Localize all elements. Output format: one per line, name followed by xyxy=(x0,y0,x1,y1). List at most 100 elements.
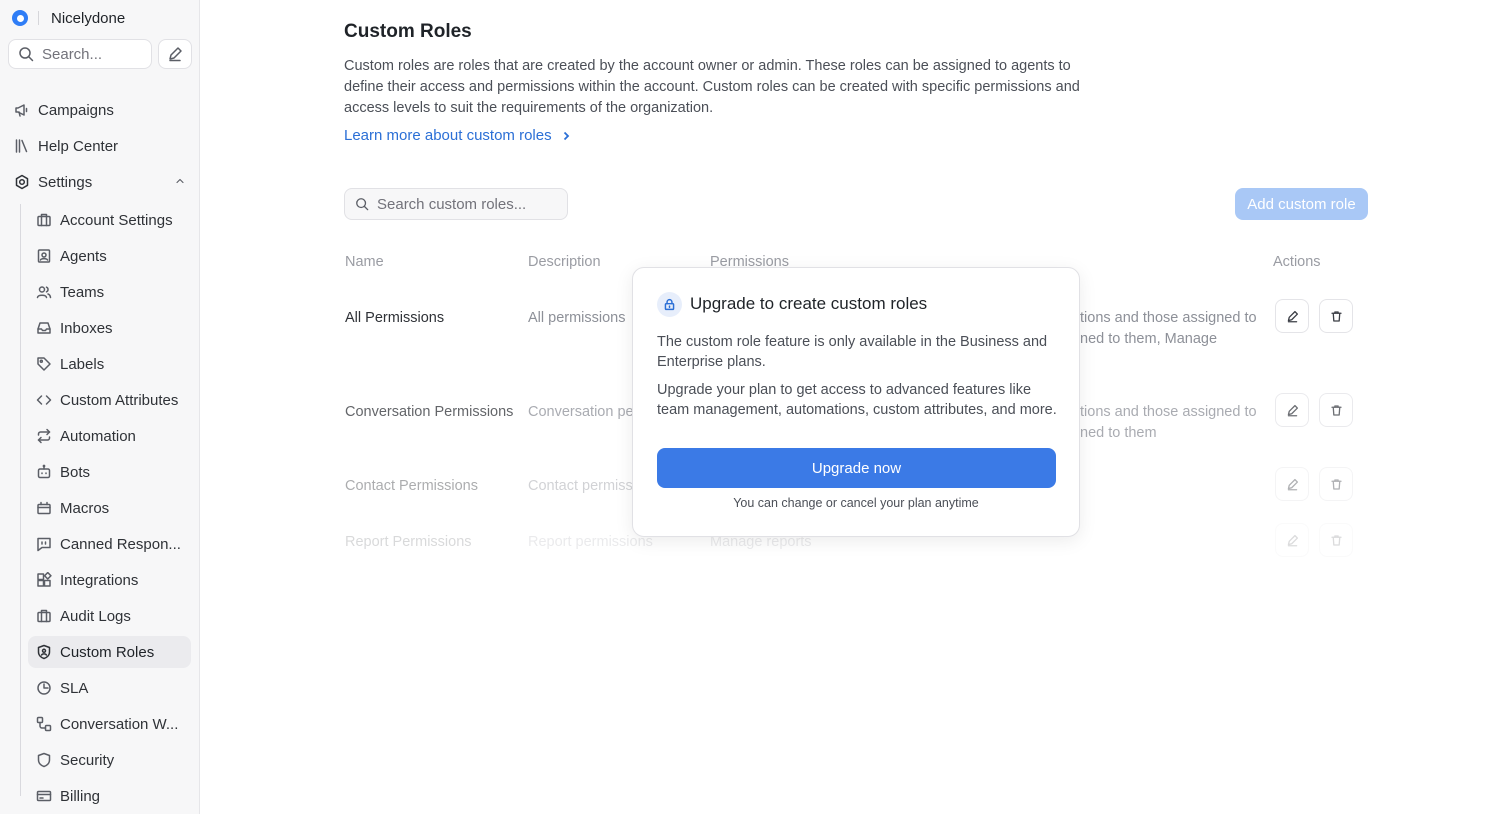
sidebar-item-labels[interactable]: Labels xyxy=(28,348,191,380)
sidebar-item-canned-responses[interactable]: Canned Respon... xyxy=(28,528,191,560)
pencil-icon xyxy=(1287,404,1298,416)
sidebar-item-campaigns[interactable]: Campaigns xyxy=(8,94,192,126)
sidebar-item-account-settings[interactable]: Account Settings xyxy=(28,204,191,236)
sidebar-item-inboxes[interactable]: Inboxes xyxy=(28,312,191,344)
apps-icon xyxy=(37,572,52,587)
sidebar-search xyxy=(8,39,152,69)
edit-role-button[interactable] xyxy=(1275,393,1309,427)
upgrade-modal: Upgrade to create custom roles The custo… xyxy=(632,267,1080,537)
pencil-icon xyxy=(1287,310,1298,322)
learn-more-link[interactable]: Learn more about custom roles xyxy=(344,127,572,144)
delete-role-button[interactable] xyxy=(1319,393,1353,427)
sidebar-item-label: Macros xyxy=(60,499,110,517)
bot-icon xyxy=(37,464,51,479)
role-permissions: tions and those assigned to ned to them xyxy=(1080,402,1260,444)
tag-icon xyxy=(37,357,51,371)
sidebar-item-label: Security xyxy=(60,751,115,769)
brand[interactable]: Nicelydone xyxy=(12,8,125,28)
brand-divider xyxy=(38,11,39,25)
delete-role-button[interactable] xyxy=(1319,467,1353,501)
contact-card-icon xyxy=(37,249,51,263)
sidebar-item-label: Billing xyxy=(60,787,101,805)
sidebar-item-integrations[interactable]: Integrations xyxy=(28,564,191,596)
trash-icon xyxy=(1330,478,1342,490)
library-icon xyxy=(15,139,28,153)
sidebar-item-label: Automation xyxy=(60,427,136,445)
sidebar-item-label: Labels xyxy=(60,355,105,373)
trash-icon xyxy=(1330,310,1342,322)
sidebar-item-conversation-workflow[interactable]: Conversation W... xyxy=(28,708,191,740)
modal-title: Upgrade to create custom roles xyxy=(690,294,928,313)
custom-roles-search xyxy=(344,188,568,220)
credit-card-icon xyxy=(36,790,52,802)
sidebar-item-settings[interactable]: Settings xyxy=(8,166,192,198)
sidebar-item-label: Conversation W... xyxy=(60,715,179,733)
sidebar-item-label: Account Settings xyxy=(60,211,173,229)
repeat-icon xyxy=(37,428,51,444)
role-name: Conversation Permissions xyxy=(345,404,514,420)
sidebar-item-sla[interactable]: SLA xyxy=(28,672,191,704)
modal-paragraph: The custom role feature is only availabl… xyxy=(657,334,1048,370)
role-permissions-line: ned to them, Manage xyxy=(1080,331,1218,347)
role-permissions-line: tions and those assigned to xyxy=(1080,310,1257,326)
sidebar-item-automation[interactable]: Automation xyxy=(28,420,191,452)
sidebar-item-audit-logs[interactable]: Audit Logs xyxy=(28,600,191,632)
settings-tree-line xyxy=(20,204,21,796)
learn-more-label: Learn more about custom roles xyxy=(344,127,552,144)
pencil-icon xyxy=(169,47,182,62)
inbox-icon xyxy=(37,322,51,334)
compose-button[interactable] xyxy=(158,39,192,69)
upgrade-now-button[interactable]: Upgrade now xyxy=(657,448,1056,488)
sidebar-item-label: Settings xyxy=(38,173,93,191)
sidebar-search-input[interactable] xyxy=(42,45,142,63)
column-header-description: Description xyxy=(528,254,601,270)
sidebar-item-bots[interactable]: Bots xyxy=(28,456,191,488)
pencil-icon xyxy=(1287,534,1298,546)
sidebar-item-label: SLA xyxy=(60,679,89,697)
role-name: All Permissions xyxy=(345,310,445,326)
sidebar-item-billing[interactable]: Billing xyxy=(28,780,191,812)
briefcase-icon xyxy=(37,213,51,227)
sidebar-item-label: Audit Logs xyxy=(60,607,131,625)
sidebar-item-label: Help Center xyxy=(38,137,119,155)
sidebar-item-label: Bots xyxy=(60,463,91,481)
sidebar-item-label: Inboxes xyxy=(60,319,113,337)
trash-icon xyxy=(1330,534,1342,546)
sidebar-item-macros[interactable]: Macros xyxy=(28,492,191,524)
sidebar-item-label: Teams xyxy=(60,283,105,301)
modal-paragraph: Upgrade your plan to get access to advan… xyxy=(657,382,1057,418)
delete-role-button[interactable] xyxy=(1319,299,1353,333)
brand-logo-icon xyxy=(12,10,28,26)
chevron-up-icon[interactable] xyxy=(174,175,186,187)
edit-role-button[interactable] xyxy=(1275,299,1309,333)
megaphone-icon xyxy=(15,104,28,117)
custom-roles-search-input[interactable] xyxy=(377,195,547,213)
role-description: All permissions xyxy=(528,310,626,326)
sidebar-item-teams[interactable]: Teams xyxy=(28,276,191,308)
macros-icon xyxy=(37,501,51,515)
sidebar-item-custom-roles[interactable]: Custom Roles xyxy=(28,636,191,668)
trash-icon xyxy=(1330,404,1342,416)
edit-role-button[interactable] xyxy=(1275,523,1309,557)
page-description: Custom roles are roles that are created … xyxy=(344,58,1080,116)
search-icon xyxy=(19,47,34,62)
role-name: Contact Permissions xyxy=(345,478,478,494)
page-title: Custom Roles xyxy=(344,21,472,42)
sidebar-item-help-center[interactable]: Help Center xyxy=(8,130,192,162)
add-custom-role-button[interactable]: Add custom role xyxy=(1235,188,1368,220)
settings-icon xyxy=(15,174,29,190)
edit-role-button[interactable] xyxy=(1275,467,1309,501)
lock-icon xyxy=(664,298,675,311)
sidebar-item-custom-attributes[interactable]: Custom Attributes xyxy=(28,384,191,416)
column-header-actions: Actions xyxy=(1273,254,1321,270)
column-header-name: Name xyxy=(345,254,384,270)
workflow-icon xyxy=(36,716,52,732)
delete-role-button[interactable] xyxy=(1319,523,1353,557)
sidebar-item-security[interactable]: Security xyxy=(28,744,191,776)
role-description: Conversation pe xyxy=(528,404,634,420)
briefcase-icon xyxy=(37,609,51,623)
sidebar-item-agents[interactable]: Agents xyxy=(28,240,191,272)
role-permissions-line: tions and those assigned to xyxy=(1080,404,1257,420)
people-icon xyxy=(36,286,52,299)
role-permissions-line: ned to them xyxy=(1080,425,1157,441)
